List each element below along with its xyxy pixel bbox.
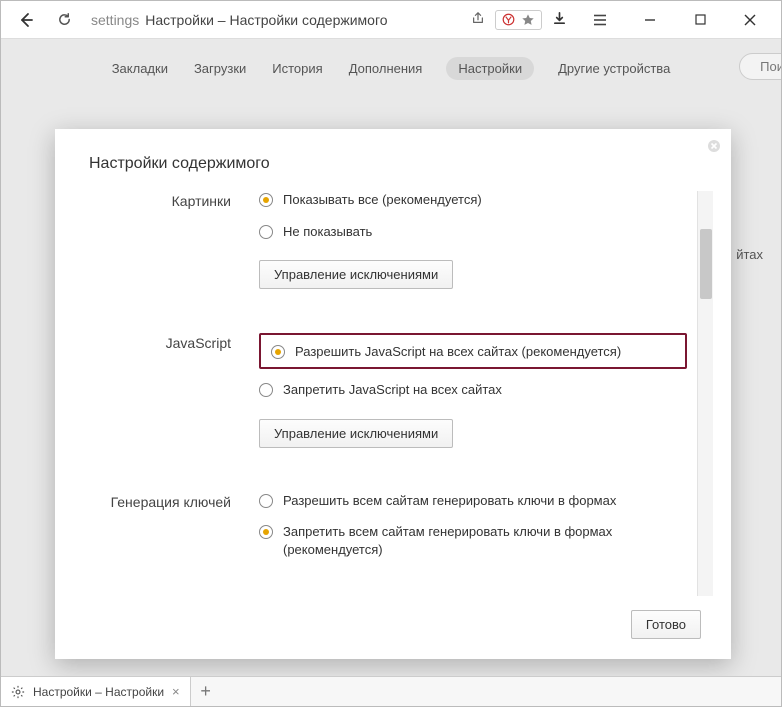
content-settings-dialog: Настройки содержимого Картинки Показыват… bbox=[55, 129, 731, 659]
scrollbar-thumb[interactable] bbox=[700, 229, 712, 299]
omnibox[interactable]: settings Настройки – Настройки содержимо… bbox=[85, 12, 467, 28]
back-button[interactable] bbox=[9, 5, 43, 35]
nav-tab-extensions[interactable]: Дополнения bbox=[347, 57, 425, 80]
radio-icon bbox=[259, 193, 273, 207]
nav-tab-history[interactable]: История bbox=[270, 57, 324, 80]
dialog-close-icon[interactable] bbox=[707, 139, 721, 158]
browser-window: settings Настройки – Настройки содержимо… bbox=[0, 0, 782, 707]
gear-icon bbox=[11, 685, 25, 699]
section-keygen: Генерация ключей Разрешить всем сайтам г… bbox=[89, 492, 687, 573]
keygen-opt-allow[interactable]: Разрешить всем сайтам генерировать ключи… bbox=[259, 492, 687, 510]
radio-label: Показывать все (рекомендуется) bbox=[283, 191, 482, 209]
done-button[interactable]: Готово bbox=[631, 610, 701, 639]
star-icon bbox=[521, 13, 535, 27]
radio-label: Запретить JavaScript на всех сайтах bbox=[283, 381, 502, 399]
reload-button[interactable] bbox=[47, 5, 81, 35]
tab-close-icon[interactable]: × bbox=[172, 684, 180, 699]
radio-icon bbox=[259, 525, 273, 539]
bg-text-fragment: йтах bbox=[736, 247, 763, 262]
yandex-icon bbox=[502, 13, 515, 26]
share-icon[interactable] bbox=[471, 11, 485, 28]
omnibox-text: settings Настройки – Настройки содержимо… bbox=[91, 12, 388, 28]
dialog-body: Картинки Показывать все (рекомендуется) … bbox=[55, 191, 731, 596]
js-opt-allow-highlight[interactable]: Разрешить JavaScript на всех сайтах (рек… bbox=[259, 333, 687, 369]
radio-icon bbox=[259, 494, 273, 508]
titlebar: settings Настройки – Настройки содержимо… bbox=[1, 1, 781, 39]
nav-tab-settings[interactable]: Настройки bbox=[446, 57, 534, 80]
section-keygen-label: Генерация ключей bbox=[89, 492, 259, 510]
images-opt-hide[interactable]: Не показывать bbox=[259, 223, 687, 241]
radio-label: Разрешить всем сайтам генерировать ключи… bbox=[283, 492, 616, 510]
url-protocol: settings bbox=[91, 12, 139, 28]
section-images-label: Картинки bbox=[89, 191, 259, 209]
section-js-label: JavaScript bbox=[89, 333, 259, 351]
keygen-opt-block[interactable]: Запретить всем сайтам генерировать ключи… bbox=[259, 523, 687, 558]
download-icon[interactable] bbox=[552, 11, 567, 29]
nav-tab-bookmarks[interactable]: Закладки bbox=[110, 57, 170, 80]
radio-label: Не показывать bbox=[283, 223, 372, 241]
images-opt-show-all[interactable]: Показывать все (рекомендуется) bbox=[259, 191, 687, 209]
new-tab-button[interactable]: + bbox=[191, 677, 221, 706]
browser-tab[interactable]: Настройки – Настройки × bbox=[1, 677, 191, 706]
settings-nav: Закладки Загрузки История Дополнения Нас… bbox=[1, 39, 781, 96]
radio-label: Разрешить JavaScript на всех сайтах (рек… bbox=[295, 344, 621, 359]
maximize-button[interactable] bbox=[677, 1, 723, 39]
favorite-box[interactable] bbox=[495, 10, 542, 30]
nav-tab-devices[interactable]: Другие устройства bbox=[556, 57, 672, 80]
menu-button[interactable] bbox=[577, 1, 623, 39]
images-manage-exceptions-button[interactable]: Управление исключениями bbox=[259, 260, 453, 289]
section-javascript: JavaScript Разрешить JavaScript на всех … bbox=[89, 333, 687, 448]
dialog-sections: Картинки Показывать все (рекомендуется) … bbox=[55, 191, 697, 596]
section-images: Картинки Показывать все (рекомендуется) … bbox=[89, 191, 687, 289]
dialog-title: Настройки содержимого bbox=[55, 129, 731, 191]
close-button[interactable] bbox=[727, 1, 773, 39]
page-backdrop: Закладки Загрузки История Дополнения Нас… bbox=[1, 39, 781, 676]
tab-title: Настройки – Настройки bbox=[33, 685, 164, 699]
nav-tab-downloads[interactable]: Загрузки bbox=[192, 57, 248, 80]
settings-search[interactable]: Пои bbox=[739, 53, 781, 80]
radio-icon bbox=[271, 345, 285, 359]
omnibox-actions bbox=[471, 10, 567, 30]
radio-label: Запретить всем сайтам генерировать ключи… bbox=[283, 523, 643, 558]
dialog-scrollbar[interactable] bbox=[697, 191, 713, 596]
minimize-button[interactable] bbox=[627, 1, 673, 39]
url-title: Настройки – Настройки содержимого bbox=[145, 12, 387, 28]
tabstrip: Настройки – Настройки × + bbox=[1, 676, 781, 706]
js-opt-block[interactable]: Запретить JavaScript на всех сайтах bbox=[259, 381, 687, 399]
radio-icon bbox=[259, 225, 273, 239]
dialog-footer: Готово bbox=[55, 596, 731, 659]
radio-icon bbox=[259, 383, 273, 397]
js-manage-exceptions-button[interactable]: Управление исключениями bbox=[259, 419, 453, 448]
